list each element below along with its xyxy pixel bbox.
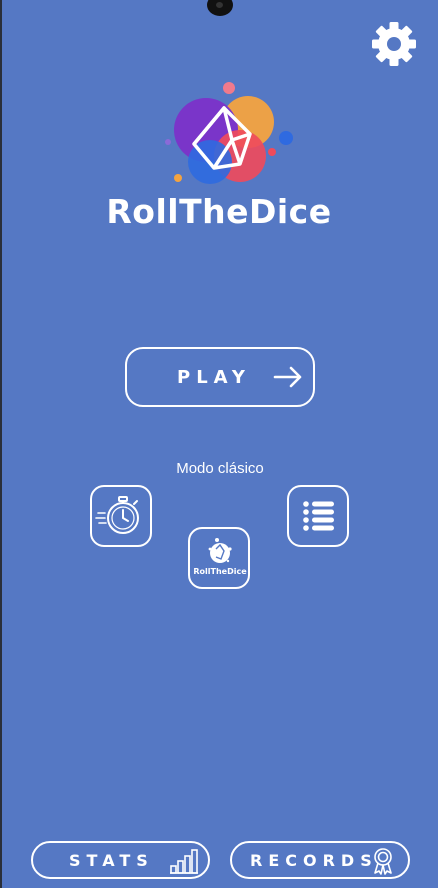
play-button[interactable]: PLAY [125, 347, 315, 407]
mini-logo-title: RollTheDice [193, 567, 247, 576]
play-label: PLAY [177, 367, 251, 388]
records-label: RECORDS [250, 851, 378, 870]
stats-button[interactable]: STATS [31, 841, 210, 879]
records-button[interactable]: RECORDS [230, 841, 410, 879]
classic-mode-button[interactable]: RollTheDice [188, 527, 250, 589]
gear-icon [372, 22, 416, 66]
screen-edge [0, 0, 2, 888]
timer-mode-button[interactable] [90, 485, 152, 547]
app-title: RollTheDice [106, 192, 332, 231]
medal-icon [374, 848, 392, 875]
settings-button[interactable] [368, 18, 420, 70]
app-logo-icon [165, 82, 293, 184]
bar-chart-icon [170, 849, 198, 874]
list-icon [303, 501, 334, 531]
dice-logo-icon [208, 538, 232, 563]
stopwatch-icon [95, 496, 139, 534]
front-camera [207, 0, 233, 16]
stats-label: STATS [69, 851, 154, 870]
mode-label: Modo clásico [176, 460, 264, 477]
arrow-right-icon [273, 366, 302, 388]
list-mode-button[interactable] [287, 485, 349, 547]
